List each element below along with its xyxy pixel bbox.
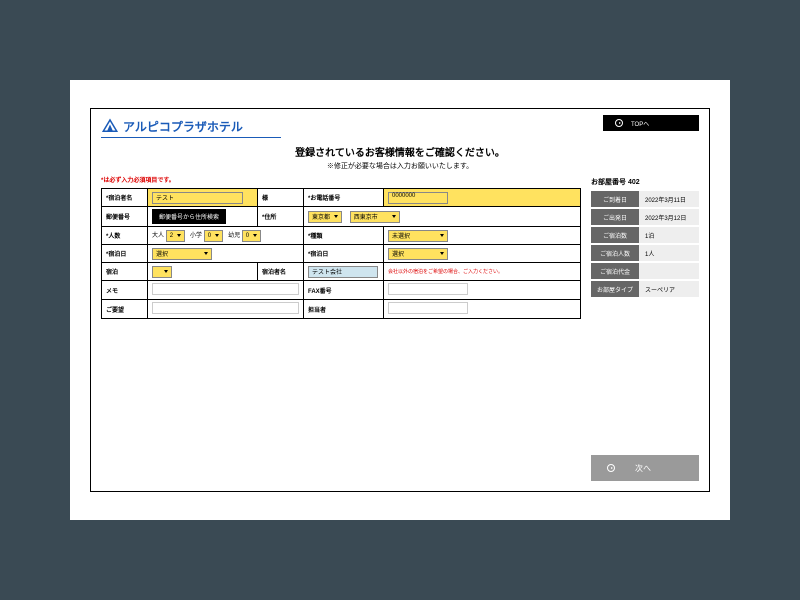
chevron-down-icon — [440, 252, 444, 255]
label-pref: *住所 — [258, 207, 304, 227]
select-date-from[interactable]: 選択 — [152, 248, 212, 260]
required-note: *は必ず入力必須項目です。 — [101, 175, 581, 184]
input-name[interactable]: テスト — [152, 192, 243, 204]
page-subtitle: ※修正が必要な場合は入力お願いいたします。 — [101, 161, 699, 171]
summary-label: お部屋タイプ — [591, 281, 639, 297]
brand-underline — [101, 137, 281, 138]
label-name: *宿泊者名 — [102, 189, 148, 207]
chevron-down-icon — [215, 234, 219, 237]
label-sama: 様 — [258, 189, 304, 207]
select-kind[interactable]: 未選択 — [388, 230, 448, 242]
page-title: 登録されているお客様情報をご確認ください。 — [101, 144, 699, 159]
summary-value — [639, 263, 699, 279]
input-tantou[interactable] — [388, 302, 468, 314]
summary-label: ご宿泊代金 — [591, 263, 639, 279]
label-stay-to: *宿泊日 — [304, 245, 384, 263]
chevron-down-icon — [392, 215, 396, 218]
top-button[interactable]: TOPへ — [603, 115, 699, 131]
chevron-down-icon — [253, 234, 257, 237]
summary-value: 1泊 — [639, 227, 699, 243]
corp-hint: 会社以外の宿泊をご希望の場合、ご入力ください。 — [388, 269, 503, 275]
input-request[interactable] — [152, 302, 299, 314]
label-childB: 幼児 — [228, 233, 240, 239]
chevron-down-icon — [177, 234, 181, 237]
arrow-circle-icon — [615, 119, 623, 127]
summary-label: ご宿泊人数 — [591, 245, 639, 261]
select-childA[interactable]: 0 — [204, 230, 223, 242]
next-button[interactable]: 次へ — [591, 455, 699, 481]
next-button-label: 次へ — [635, 463, 651, 474]
chevron-down-icon — [440, 234, 444, 237]
postal-lookup-button[interactable]: 郵便番号から住所検索 — [152, 209, 226, 224]
summary-value: スーペリア — [639, 281, 699, 297]
reservation-summary: お部屋番号 402 ご到着日2022年3月11日 ご出発日2022年3月12日 … — [591, 175, 699, 319]
summary-value: 2022年3月12日 — [639, 209, 699, 225]
select-city[interactable]: 西東京市 — [350, 211, 400, 223]
label-request: ご要望 — [102, 300, 148, 319]
summary-label: ご出発日 — [591, 209, 639, 225]
summary-value: 2022年3月11日 — [639, 191, 699, 207]
label-tantou: 担当者 — [304, 300, 384, 319]
select-date-to[interactable]: 選択 — [388, 248, 448, 260]
label-kind: *種類 — [304, 227, 384, 245]
label-memo: メモ — [102, 281, 148, 300]
label-childA: 小学 — [190, 233, 202, 239]
input-phone[interactable]: 0000000 — [388, 192, 448, 204]
select-corp[interactable] — [152, 266, 172, 278]
input-memo[interactable] — [152, 283, 299, 295]
label-corp: 宿泊 — [102, 263, 148, 281]
chevron-down-icon — [164, 270, 168, 273]
chevron-down-icon — [334, 215, 338, 218]
select-pref[interactable]: 東京都 — [308, 211, 342, 223]
top-button-label: TOPへ — [631, 119, 649, 128]
label-fax: FAX番号 — [304, 281, 384, 300]
label-people: *人数 — [102, 227, 148, 245]
summary-label: ご宿泊数 — [591, 227, 639, 243]
select-childB[interactable]: 0 — [242, 230, 261, 242]
select-adult[interactable]: 2 — [166, 230, 185, 242]
label-stay-from: *宿泊日 — [102, 245, 148, 263]
summary-value: 1人 — [639, 245, 699, 261]
label-postal: 郵便番号 — [102, 207, 148, 227]
input-fax[interactable] — [388, 283, 468, 295]
brand-mark-icon — [101, 117, 119, 135]
label-adult: 大人 — [152, 233, 164, 239]
arrow-circle-icon — [607, 464, 615, 472]
input-corpname[interactable]: テスト会社 — [308, 266, 378, 278]
guest-form: *宿泊者名 テスト 様 *お電話番号 0000000 郵便番号 郵便番 — [101, 188, 581, 319]
summary-title: お部屋番号 402 — [591, 177, 699, 187]
summary-label: ご到着日 — [591, 191, 639, 207]
label-phone: *お電話番号 — [304, 189, 384, 207]
brand-name: アルピコプラザホテル — [123, 118, 243, 135]
label-corpname: 宿泊者名 — [258, 263, 304, 281]
chevron-down-icon — [204, 252, 208, 255]
